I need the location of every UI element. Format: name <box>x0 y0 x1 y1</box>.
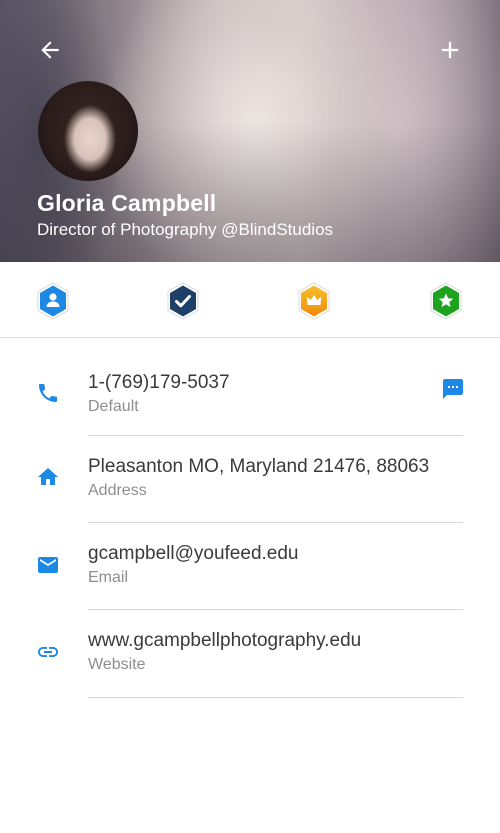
message-icon <box>443 379 463 399</box>
star-badge[interactable] <box>429 282 463 320</box>
arrow-left-icon <box>41 41 59 59</box>
home-icon <box>35 464 61 490</box>
avatar[interactable] <box>38 81 138 181</box>
website-label: Website <box>88 656 146 673</box>
profile-name: Gloria Campbell <box>37 190 217 216</box>
email-label: Email <box>88 569 129 586</box>
message-button[interactable] <box>440 376 466 402</box>
premium-badge[interactable] <box>297 282 331 320</box>
profile-badge[interactable] <box>36 282 70 320</box>
phone-label: Default <box>88 398 139 415</box>
profile-subtitle: Director of Photography @BlindStudios <box>37 220 334 239</box>
divider <box>88 609 463 610</box>
email-value[interactable]: gcampbell@youfeed.edu <box>88 543 298 565</box>
divider <box>88 522 463 523</box>
phone-icon <box>35 380 61 406</box>
address-value[interactable]: Pleasanton MO, Maryland 21476, 88063 <box>88 456 429 478</box>
divider <box>88 697 463 698</box>
badges-bar <box>0 262 500 338</box>
phone-value[interactable]: 1-(769)179-5037 <box>88 372 230 394</box>
divider <box>88 435 463 436</box>
back-button[interactable] <box>28 28 72 72</box>
plus-icon <box>441 41 459 59</box>
address-label: Address <box>88 482 147 499</box>
avatar-shade <box>38 81 138 181</box>
website-value[interactable]: www.gcampbellphotography.edu <box>88 630 361 652</box>
add-button[interactable] <box>428 28 472 72</box>
verified-badge[interactable] <box>166 282 200 320</box>
link-icon <box>35 639 61 665</box>
email-icon <box>35 552 61 578</box>
profile-header: Gloria Campbell Director of Photography … <box>0 0 500 262</box>
